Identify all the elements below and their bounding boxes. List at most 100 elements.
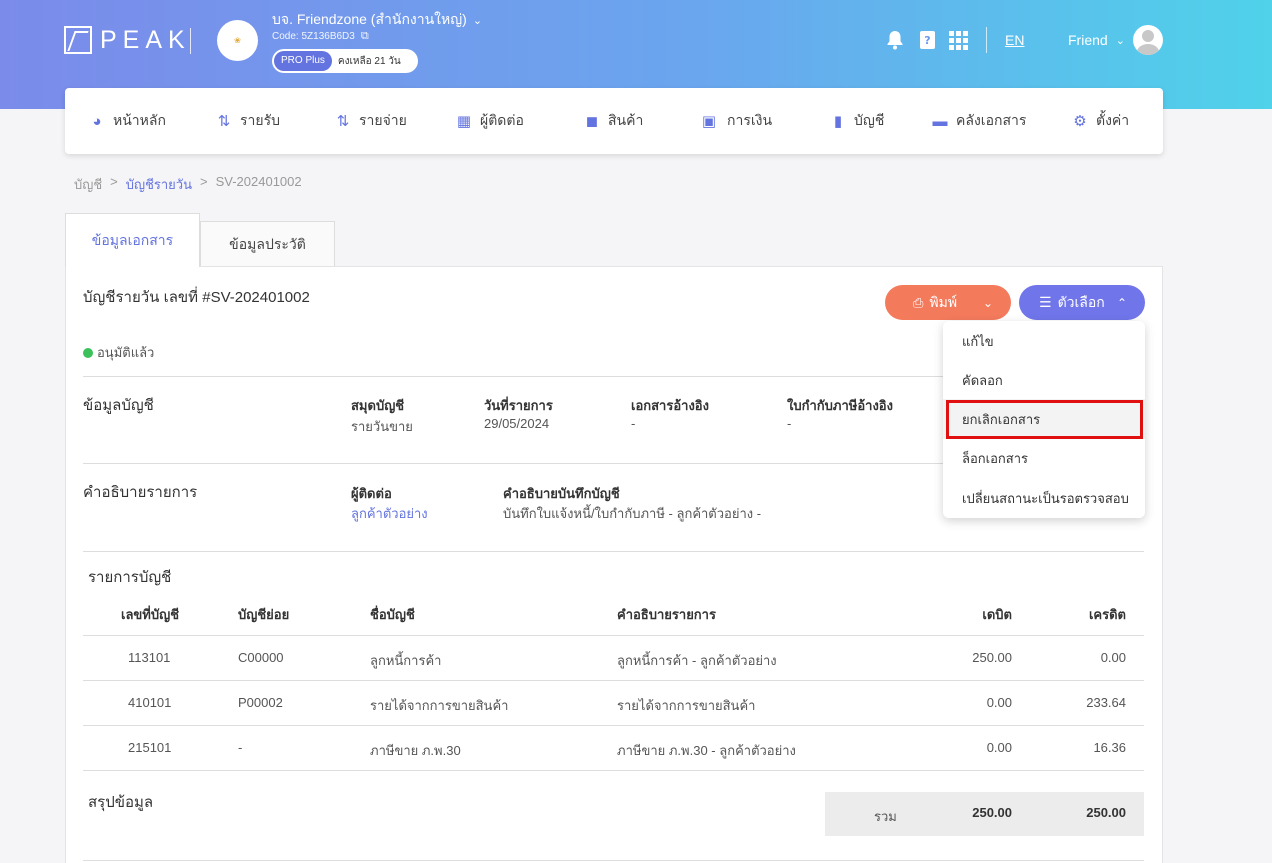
nav-label: บัญชี [854, 112, 885, 128]
print-label: พิมพ์ [929, 293, 958, 310]
nav-label: รายรับ [240, 112, 280, 128]
peak-logo[interactable]: PEAK [64, 26, 191, 54]
chevron-down-icon: ⌄ [472, 14, 483, 27]
apps-button[interactable] [949, 28, 968, 52]
nav-label: ผู้ติดต่อ [480, 112, 524, 128]
contacts-icon: ▦ [456, 113, 472, 130]
ref-doc-label: เอกสารอ้างอิง [631, 398, 709, 413]
cell-account-no: 215101 [128, 740, 172, 755]
menu-item-lock-document[interactable]: ล็อกเอกสาร [943, 438, 1145, 478]
dashboard-icon: ◕ [92, 112, 102, 130]
logo-text: PEAK [100, 25, 191, 54]
nav-item-dashboard[interactable]: ◕ หน้าหลัก [89, 88, 165, 154]
company-logo-icon: ❀ [234, 36, 241, 45]
tab-document-info[interactable]: ข้อมูลเอกสาร [65, 213, 200, 267]
table-row-divider [83, 635, 1144, 636]
expense-icon: ⇅ [336, 113, 350, 130]
money-icon: ▣ [701, 113, 717, 130]
nav-item-documents[interactable]: ▬ คลังเอกสาร [932, 88, 1027, 154]
plan-pill[interactable]: PRO Plus คงเหลือ 21 วัน [272, 49, 418, 73]
table-row-divider [83, 680, 1144, 681]
bell-icon [887, 31, 903, 50]
col-description: คำอธิบายรายการ [617, 607, 716, 622]
status-text: อนุมัติแล้ว [97, 345, 155, 360]
print-button[interactable]: ⎙ พิมพ์ ⌄ [885, 285, 1011, 320]
svg-text:?: ? [924, 34, 930, 47]
nav-item-settings[interactable]: ⚙ ตั้งค่า [1072, 88, 1129, 154]
contact-link[interactable]: ลูกค้าตัวอย่าง [351, 503, 428, 524]
col-account-name: ชื่อบัญชี [370, 607, 415, 622]
breadcrumb-current: SV-202401002 [215, 174, 302, 189]
company-avatar[interactable]: ❀ [217, 20, 258, 61]
nav-label: รายจ่าย [359, 112, 407, 128]
tab-history[interactable]: ข้อมูลประวัติ [200, 221, 335, 267]
options-button[interactable]: ☰ ตัวเลือก ⌃ [1019, 285, 1145, 320]
menu-lines-icon: ☰ [1039, 294, 1052, 310]
nav-item-accounting[interactable]: ▮ บัญชี [830, 88, 884, 154]
apps-grid-icon [949, 30, 968, 50]
date-label: วันที่รายการ [484, 398, 553, 413]
notification-bell[interactable] [886, 28, 904, 52]
options-label: ตัวเลือก [1057, 293, 1105, 310]
cell-account-no: 113101 [128, 650, 171, 665]
page-title: บัญชีรายวัน เลขที่ #SV-202401002 [83, 289, 310, 306]
folder-icon: ▬ [932, 112, 948, 130]
nav-item-income[interactable]: ⇅ รายรับ [216, 88, 280, 154]
breadcrumb-separator: > [110, 174, 118, 189]
company-selector[interactable]: บจ. Friendzone (สำนักงานใหญ่) ⌄ [272, 9, 482, 31]
journal-label: สมุดบัญชี [351, 398, 405, 413]
cell-debit: 0.00 [986, 740, 1012, 755]
memo-value: บันทึกใบแจ้งหนี้/ใบกำกับภาษี - ลูกค้าตัว… [503, 506, 762, 521]
user-menu[interactable]: Friend ⌄ [1068, 32, 1125, 48]
company-code-row: Code: 5Z136B6D3 ⧉ [272, 30, 369, 43]
language-switch[interactable]: EN [1005, 32, 1024, 48]
book-icon: ▮ [833, 113, 843, 130]
nav-label: คลังเอกสาร [956, 112, 1027, 128]
nav-item-products[interactable]: ◼ สินค้า [584, 88, 644, 154]
nav-item-contacts[interactable]: ▦ ผู้ติดต่อ [456, 88, 524, 154]
breadcrumb: บัญชี > บัญชีรายวัน > SV-202401002 [74, 174, 302, 195]
cell-credit: 16.36 [1093, 740, 1126, 755]
header-divider [986, 27, 987, 53]
cell-credit: 233.64 [1086, 695, 1126, 710]
main-nav: ◕ หน้าหลัก ⇅ รายรับ ⇅ รายจ่าย ▦ ผู้ติดต่… [65, 88, 1163, 154]
ref-doc-value: - [631, 416, 636, 431]
printer-icon: ⎙ [913, 294, 924, 310]
cell-description: ลูกหนี้การค้า - ลูกค้าตัวอย่าง [617, 653, 777, 668]
memo-label: คำอธิบายบันทึกบัญชี [503, 486, 620, 501]
user-avatar[interactable] [1133, 25, 1163, 55]
copy-icon[interactable]: ⧉ [361, 30, 369, 43]
chevron-up-icon: ⌃ [1116, 295, 1127, 310]
table-row-divider [83, 770, 1144, 771]
cell-account-name: รายได้จากการขายสินค้า [370, 698, 509, 713]
menu-item-change-status[interactable]: เปลี่ยนสถานะเป็นรอตรวจสอบ [943, 478, 1145, 518]
product-box-icon: ◼ [585, 113, 599, 130]
total-label: รวม [874, 809, 897, 824]
menu-item-copy[interactable]: คัดลอก [943, 360, 1145, 400]
nav-item-finance[interactable]: ▣ การเงิน [699, 88, 772, 154]
account-info-title: ข้อมูลบัญชี [83, 397, 154, 414]
tax-ref-value: - [787, 416, 792, 431]
breadcrumb-parent[interactable]: บัญชีรายวัน [126, 174, 192, 195]
breadcrumb-root[interactable]: บัญชี [74, 174, 102, 195]
highlight-box [946, 400, 1143, 439]
divider [83, 860, 1144, 861]
cell-sub-account: - [238, 740, 243, 755]
cell-description: รายได้จากการขายสินค้า [617, 698, 756, 713]
cell-debit: 0.00 [986, 695, 1012, 710]
divider [83, 551, 1144, 552]
chevron-down-icon[interactable]: ⌄ [983, 296, 993, 310]
nav-label: การเงิน [727, 112, 773, 128]
status-dot-icon [83, 347, 93, 358]
plan-badge: PRO Plus [274, 51, 332, 71]
menu-item-edit[interactable]: แก้ไข [943, 321, 1145, 361]
cell-description: ภาษีขาย ภ.พ.30 - ลูกค้าตัวอย่าง [617, 743, 796, 758]
logo-mark-icon [64, 26, 92, 54]
total-credit: 250.00 [1086, 805, 1126, 820]
journal-value: รายวันขาย [351, 419, 413, 434]
nav-item-expense[interactable]: ⇅ รายจ่าย [335, 88, 407, 154]
total-debit: 250.00 [972, 805, 1012, 820]
income-icon: ⇅ [217, 113, 231, 130]
col-credit: เครดิต [1088, 607, 1126, 622]
manual-button[interactable]: ? [919, 28, 936, 52]
